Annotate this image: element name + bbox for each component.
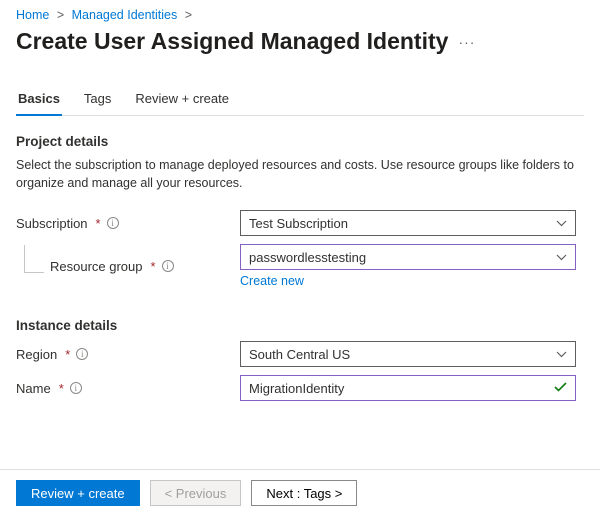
required-indicator: *	[59, 381, 64, 396]
chevron-down-icon	[556, 254, 567, 261]
required-indicator: *	[151, 259, 156, 274]
region-select[interactable]: South Central US	[240, 341, 576, 367]
resource-group-value: passwordlesstesting	[249, 250, 556, 265]
breadcrumb-managed-identities[interactable]: Managed Identities	[72, 8, 178, 22]
chevron-right-icon: >	[185, 8, 192, 22]
instance-details-heading: Instance details	[16, 318, 584, 333]
project-details-heading: Project details	[16, 134, 584, 149]
chevron-right-icon: >	[57, 8, 64, 22]
required-indicator: *	[96, 216, 101, 231]
name-input[interactable]: MigrationIdentity	[240, 375, 576, 401]
previous-button: < Previous	[150, 480, 242, 506]
chevron-down-icon	[556, 351, 567, 358]
resource-group-select[interactable]: passwordlesstesting	[240, 244, 576, 270]
more-icon[interactable]: ···	[458, 34, 475, 50]
tab-review[interactable]: Review + create	[133, 85, 231, 116]
info-icon[interactable]: i	[107, 217, 119, 229]
next-button[interactable]: Next : Tags >	[251, 480, 357, 506]
tab-tags[interactable]: Tags	[82, 85, 113, 116]
region-value: South Central US	[249, 347, 556, 362]
info-icon[interactable]: i	[76, 348, 88, 360]
breadcrumb: Home > Managed Identities >	[16, 8, 584, 22]
tree-connector	[24, 245, 44, 273]
create-new-link[interactable]: Create new	[240, 274, 304, 288]
info-icon[interactable]: i	[162, 260, 174, 272]
footer-bar: Review + create < Previous Next : Tags >	[0, 469, 600, 516]
chevron-down-icon	[556, 220, 567, 227]
review-create-button[interactable]: Review + create	[16, 480, 140, 506]
resource-group-label: Resource group	[50, 259, 143, 274]
page-title: Create User Assigned Managed Identity	[16, 28, 448, 55]
check-icon	[554, 381, 567, 396]
subscription-label: Subscription	[16, 216, 88, 231]
project-details-description: Select the subscription to manage deploy…	[16, 157, 576, 192]
subscription-select[interactable]: Test Subscription	[240, 210, 576, 236]
name-label: Name	[16, 381, 51, 396]
tabs: Basics Tags Review + create	[16, 85, 584, 116]
subscription-value: Test Subscription	[249, 216, 556, 231]
info-icon[interactable]: i	[70, 382, 82, 394]
tab-basics[interactable]: Basics	[16, 85, 62, 116]
region-label: Region	[16, 347, 57, 362]
required-indicator: *	[65, 347, 70, 362]
breadcrumb-home[interactable]: Home	[16, 8, 49, 22]
name-value: MigrationIdentity	[249, 381, 554, 396]
